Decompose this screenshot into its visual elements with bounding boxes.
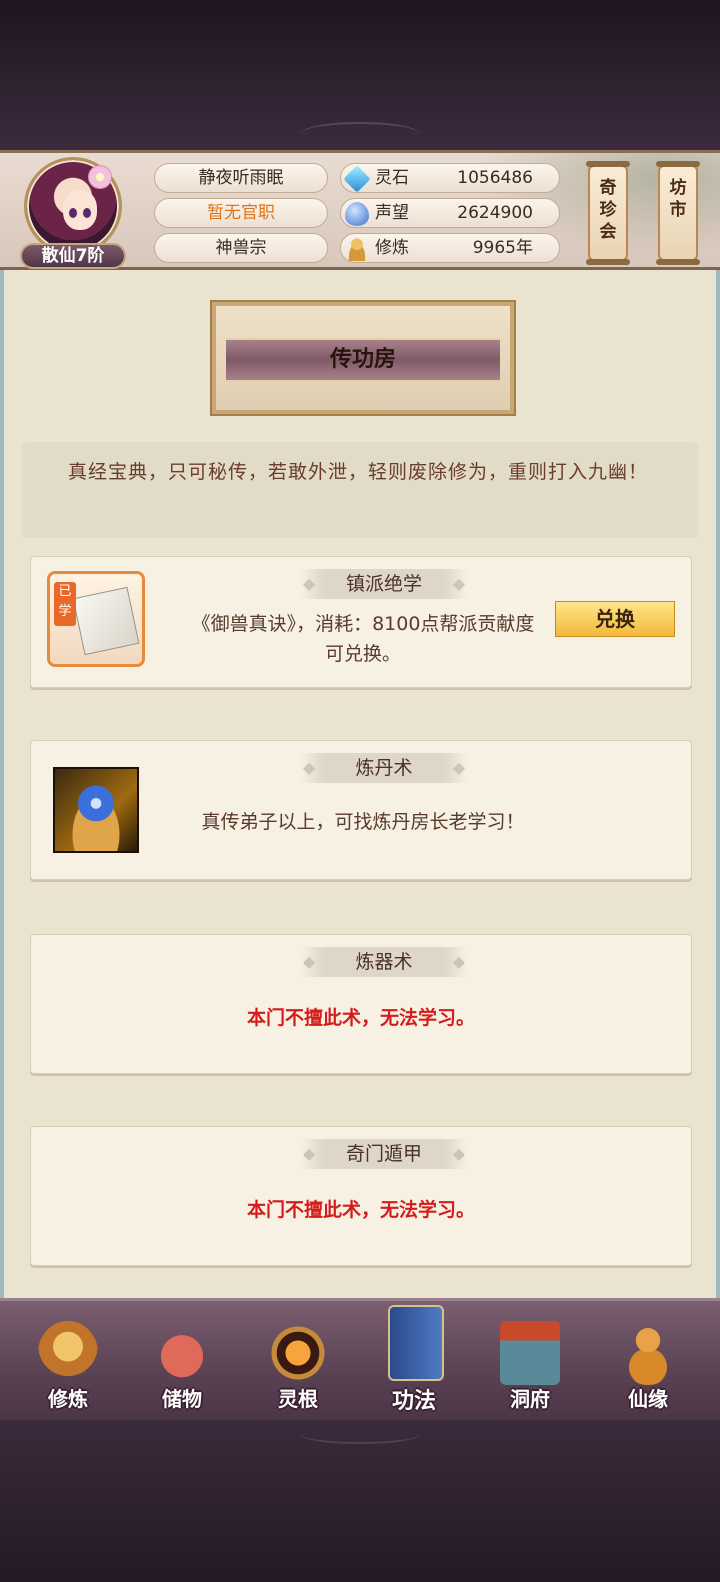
rank-badge: 散仙7阶: [20, 243, 126, 269]
reputation-icon: [345, 202, 369, 226]
card-title: 镇派绝学: [301, 569, 467, 599]
market-button[interactable]: 坊市: [656, 161, 700, 265]
nav-item-spirit-root[interactable]: 灵根: [250, 1321, 346, 1421]
stat-label: 修炼: [375, 238, 409, 258]
player-name: 静夜听雨眠: [154, 163, 328, 193]
intro-text: 真经宝典，只可秘传，若敢外泄，轻则废除修为，重则打入九幽！: [68, 461, 649, 483]
card-desc: 真传弟子以上，可找炼丹房长老学习！: [201, 811, 525, 833]
stat-label: 灵石: [375, 168, 409, 188]
book-icon[interactable]: 已学: [47, 571, 145, 667]
skill-card-sect-technique: 已学 镇派绝学 《御兽真诀》，消耗：8100点帮派贡献度可兑换。 兑换: [30, 556, 692, 688]
stat-reputation: 声望 2624900: [340, 198, 560, 228]
crystal-icon: [343, 165, 371, 193]
monk-icon: [38, 1321, 98, 1385]
card-desc: 本门不擅此术，无法学习。: [246, 1007, 475, 1029]
avatar[interactable]: 散仙7阶: [20, 157, 130, 269]
nav-item-cultivate[interactable]: 修炼: [20, 1321, 116, 1421]
bottom-ornament: [300, 1424, 420, 1444]
spirit-root-icon: [268, 1321, 328, 1385]
avatar-face: [63, 190, 97, 230]
stat-label: 声望: [375, 203, 409, 223]
skill-card-refining: 炼器术 本门不擅此术，无法学习。: [30, 934, 692, 1074]
cave-house-icon: [500, 1321, 560, 1385]
bottom-band: [0, 1420, 720, 1582]
sect-name[interactable]: 神兽宗: [154, 233, 328, 263]
book-page: [72, 586, 140, 656]
nav-label: 修炼: [48, 1387, 88, 1411]
exchange-button[interactable]: 兑换: [555, 601, 675, 637]
nav-label: 储物: [162, 1387, 202, 1411]
book-icon: [388, 1305, 444, 1381]
bag-icon: [152, 1321, 212, 1385]
skill-card-alchemy: 炼丹术 真传弟子以上，可找炼丹房长老学习！: [30, 740, 692, 880]
market-label: 坊市: [669, 178, 687, 220]
title-banner: 传功房: [210, 300, 516, 416]
top-ornament: [300, 122, 420, 146]
official-title[interactable]: 暂无官职: [154, 198, 328, 228]
cultivation-icon: [345, 237, 369, 261]
nav-item-storage[interactable]: 储物: [134, 1321, 230, 1421]
page-title: 传功房: [226, 338, 500, 382]
stat-spirit-stone: 灵石 1056486: [340, 163, 560, 193]
card-title: 炼丹术: [301, 753, 467, 783]
nav-item-techniques[interactable]: 功法: [366, 1305, 462, 1421]
nav-label: 洞府: [510, 1387, 550, 1411]
eye-icon: [69, 208, 77, 218]
main-panel: 传功房 真经宝典，只可秘传，若敢外泄，轻则废除修为，重则打入九幽！ 已学 镇派绝…: [0, 270, 720, 1298]
stat-value: 1056486: [457, 168, 533, 188]
stat-value: 2624900: [457, 203, 533, 223]
stat-cultivation: 修炼 9965年: [340, 233, 560, 263]
treasure-fair-label: 奇珍会: [599, 178, 617, 242]
card-desc: 本门不擅此术，无法学习。: [246, 1199, 475, 1221]
treasure-fair-button[interactable]: 奇珍会: [586, 161, 630, 265]
gourd-icon: [618, 1321, 678, 1385]
card-title: 炼器术: [301, 947, 467, 977]
nav-label: 仙缘: [628, 1387, 668, 1411]
player-header: 散仙7阶 静夜听雨眠 暂无官职 神兽宗 灵石 1056486 声望 262490…: [0, 150, 720, 270]
learned-tag: 已学: [54, 582, 76, 626]
nav-label: 功法: [391, 1389, 436, 1414]
skill-card-qimen: 奇门遁甲 本门不擅此术，无法学习。: [30, 1126, 692, 1266]
nav-item-cave-house[interactable]: 洞府: [482, 1321, 578, 1421]
orb-icon[interactable]: [53, 767, 139, 853]
stat-value: 9965年: [472, 238, 533, 258]
nav-item-fate[interactable]: 仙缘: [600, 1321, 696, 1421]
eye-icon: [83, 208, 91, 218]
bottom-nav: 修炼 储物 灵根 功法 洞府 仙缘: [0, 1298, 720, 1420]
card-desc: 《御兽真诀》，消耗：8100点帮派贡献度可兑换。: [191, 613, 535, 665]
nav-label: 灵根: [278, 1387, 318, 1411]
flower-icon: [88, 165, 112, 189]
intro-box: 真经宝典，只可秘传，若敢外泄，轻则废除修为，重则打入九幽！: [22, 442, 698, 538]
card-title: 奇门遁甲: [301, 1139, 467, 1169]
